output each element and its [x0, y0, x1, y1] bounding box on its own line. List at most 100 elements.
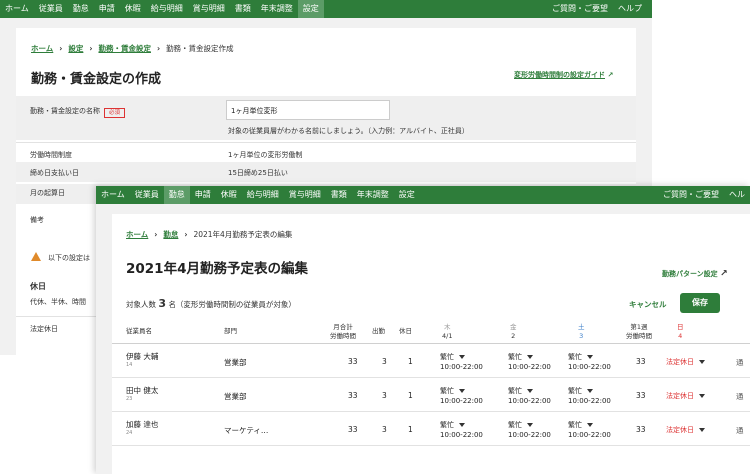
employee-dept: 営業部: [224, 358, 247, 367]
shift-time: 10:00-22:00: [440, 431, 483, 439]
breadcrumb-home[interactable]: ホーム: [31, 43, 53, 54]
breadcrumb-home[interactable]: ホーム: [126, 229, 148, 240]
shift-name: 繁忙: [440, 353, 454, 361]
save-button[interactable]: 保存: [680, 293, 720, 313]
col-header-monthly-total: 月合計 労働時間: [330, 323, 356, 341]
back-nav-help[interactable]: ヘルプ: [613, 0, 652, 18]
monthly-total-value: 33: [348, 357, 358, 366]
col-header-day-3: 土 3: [578, 323, 585, 341]
front-nav-feedback[interactable]: ご質問・ご要望: [658, 186, 724, 204]
col-header-workdays: 出勤: [372, 327, 385, 335]
holiday-heading: 休日: [30, 282, 46, 291]
col-header-name: 従業員名: [126, 327, 152, 335]
shift-select-day-5[interactable]: 通: [736, 357, 744, 368]
back-nav-payslip[interactable]: 給与明細: [146, 0, 188, 18]
back-nav-leave[interactable]: 休暇: [120, 0, 146, 18]
monthly-total-line1: 月合計: [333, 323, 353, 331]
front-nav-year-end[interactable]: 年末調整: [352, 186, 394, 204]
chevron-down-icon: [459, 355, 465, 359]
front-nav-bar: ホーム 従業員 勤怠 申請 休暇 給与明細 賞与明細 書類 年末調整 設定 ご質…: [96, 186, 750, 204]
count-prefix: 対象人数: [126, 300, 156, 309]
chevron-down-icon: [699, 394, 705, 398]
front-nav-documents[interactable]: 書類: [326, 186, 352, 204]
breadcrumb-current: 2021年4月勤務予定表の編集: [193, 230, 293, 239]
row-divider: [112, 411, 750, 412]
shift-select-day-2[interactable]: 繁忙 10:00-22:00: [508, 420, 551, 440]
chevron-down-icon: [587, 423, 593, 427]
employee-name[interactable]: 伊藤 大輔: [126, 351, 158, 362]
back-nav-bonus[interactable]: 賞与明細: [188, 0, 230, 18]
monthly-total-value: 33: [348, 425, 358, 434]
shift-select-day-3[interactable]: 繁忙 10:00-22:00: [568, 352, 611, 372]
shift-select-day-2[interactable]: 繁忙 10:00-22:00: [508, 386, 551, 406]
row-divider: [112, 377, 750, 378]
back-nav-year-end[interactable]: 年末調整: [256, 0, 298, 18]
breadcrumb-attendance[interactable]: 勤怠: [163, 229, 178, 240]
chevron-right-icon: ›: [59, 44, 63, 53]
shift-time: 10:00-22:00: [568, 397, 611, 405]
chevron-down-icon: [699, 428, 705, 432]
employee-dept: 営業部: [224, 392, 247, 401]
front-nav-employees[interactable]: 従業員: [130, 186, 164, 204]
shift-time: 10:00-22:00: [508, 397, 551, 405]
shift-select-day-1[interactable]: 繁忙 10:00-22:00: [440, 386, 483, 406]
required-badge: 必須: [104, 108, 126, 118]
day-3-date: 3: [579, 332, 584, 340]
name-input[interactable]: 1ヶ月単位変形: [226, 100, 390, 120]
chevron-right-icon: ›: [154, 230, 158, 239]
shift-select-day-1[interactable]: 繁忙 10:00-22:00: [440, 420, 483, 440]
breadcrumb-settings[interactable]: 設定: [68, 43, 83, 54]
front-nav-payslip[interactable]: 給与明細: [242, 186, 284, 204]
chevron-right-icon: ›: [89, 44, 93, 53]
workdays-value: 3: [382, 357, 387, 366]
day-1-date: 4/1: [442, 332, 453, 340]
back-breadcrumb: ホーム › 設定 › 勤務・賃金設定 › 勤務・賃金設定作成: [31, 43, 234, 54]
breadcrumb-current: 勤務・賃金設定作成: [166, 44, 234, 53]
back-nav-requests[interactable]: 申請: [94, 0, 120, 18]
guide-link[interactable]: 変形労働時間制の設定ガイド ↗: [514, 70, 613, 80]
employee-id: 23: [126, 396, 133, 402]
front-nav-bonus[interactable]: 賞与明細: [284, 186, 326, 204]
count-value: 3: [158, 297, 167, 310]
system-value: 1ヶ月単位の変形労働制: [228, 151, 303, 159]
back-nav-documents[interactable]: 書類: [230, 0, 256, 18]
shift-time: 10:00-22:00: [568, 431, 611, 439]
back-nav-employees[interactable]: 従業員: [34, 0, 68, 18]
shift-select-day-2[interactable]: 繁忙 10:00-22:00: [508, 352, 551, 372]
col-header-day-1: 木 4/1: [442, 323, 452, 341]
day-2-date: 2: [511, 332, 516, 340]
employee-id: 14: [126, 362, 133, 368]
week-1-value: 33: [636, 425, 646, 434]
breadcrumb-section[interactable]: 勤務・賃金設定: [98, 43, 151, 54]
front-nav-requests[interactable]: 申請: [190, 186, 216, 204]
cancel-button[interactable]: キャンセル: [629, 299, 667, 310]
employee-name[interactable]: 田中 健太: [126, 385, 158, 396]
shift-select-day-5[interactable]: 通: [736, 425, 744, 436]
employee-name[interactable]: 加藤 達也: [126, 419, 158, 430]
pattern-settings-link[interactable]: 勤務パターン設定 ↗: [662, 269, 728, 279]
back-nav-feedback[interactable]: ご質問・ご要望: [547, 0, 613, 18]
shift-select-day-4[interactable]: 法定休日: [666, 425, 705, 435]
closing-value: 15日締め25日払い: [228, 169, 288, 177]
back-nav-attendance[interactable]: 勤怠: [68, 0, 94, 18]
external-link-icon: ↗: [607, 71, 614, 79]
front-nav-help[interactable]: ヘル: [724, 186, 750, 204]
shift-select-day-3[interactable]: 繁忙 10:00-22:00: [568, 420, 611, 440]
shift-name: 法定休日: [666, 392, 694, 400]
shift-select-day-1[interactable]: 繁忙 10:00-22:00: [440, 352, 483, 372]
front-nav-settings[interactable]: 設定: [394, 186, 420, 204]
employee-id: 24: [126, 430, 133, 436]
system-label: 労働時間制度: [30, 151, 72, 159]
back-nav-home[interactable]: ホーム: [0, 0, 34, 18]
front-nav-attendance[interactable]: 勤怠: [163, 186, 190, 204]
shift-select-day-3[interactable]: 繁忙 10:00-22:00: [568, 386, 611, 406]
shift-select-day-5[interactable]: 通: [736, 391, 744, 402]
shift-select-day-4[interactable]: 法定休日: [666, 391, 705, 401]
front-nav-home[interactable]: ホーム: [96, 186, 130, 204]
closing-label: 締め日支払い日: [30, 169, 79, 177]
front-nav-leave[interactable]: 休暇: [216, 186, 242, 204]
guide-link-label: 変形労働時間制の設定ガイド: [514, 71, 605, 79]
shift-select-day-4[interactable]: 法定休日: [666, 357, 705, 367]
back-nav-settings[interactable]: 設定: [297, 0, 324, 18]
external-link-icon: ↗: [720, 269, 728, 279]
